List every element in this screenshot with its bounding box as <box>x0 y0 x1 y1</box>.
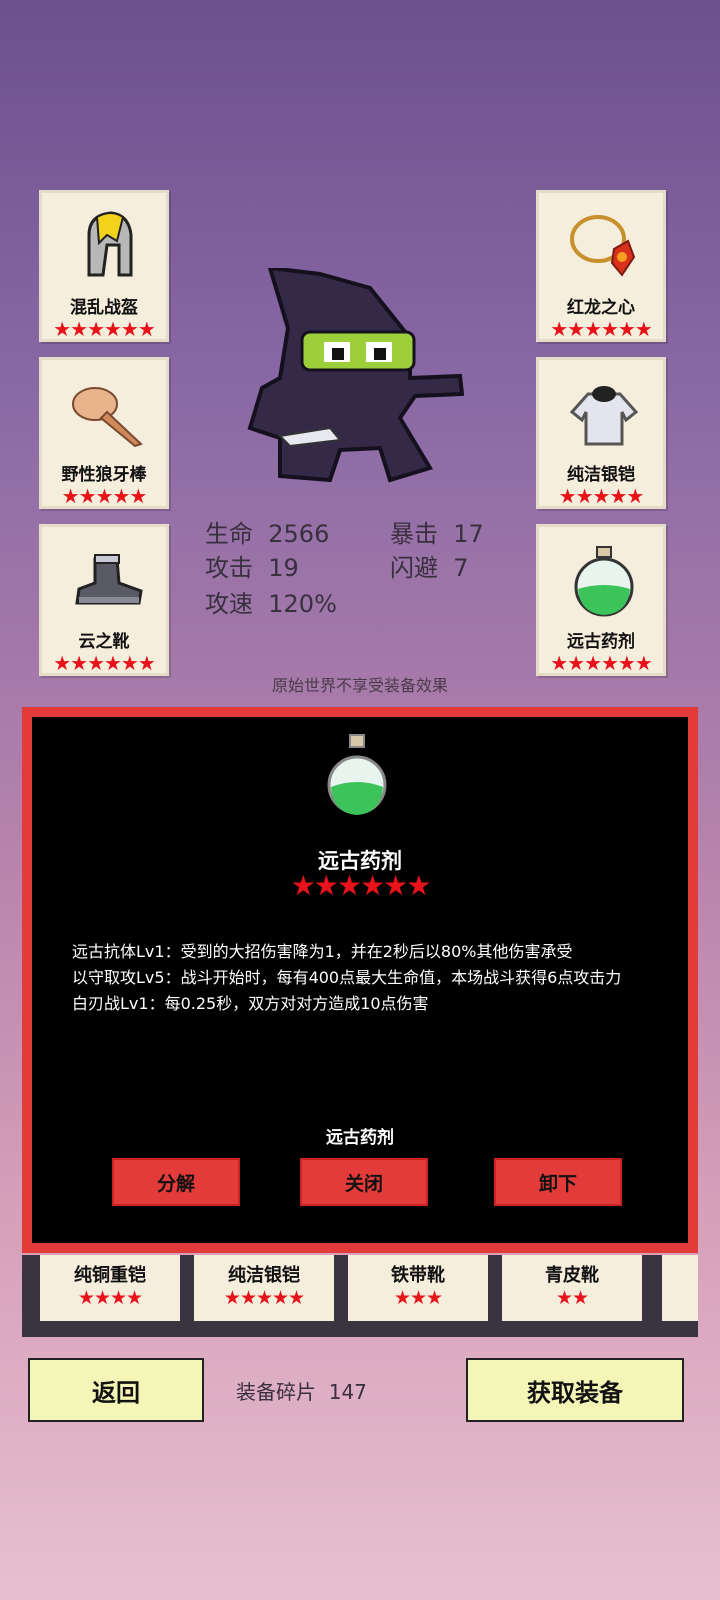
equip-stars: ★★★★★★ <box>53 317 156 341</box>
equip-stars: ★★★★★★ <box>550 317 653 341</box>
item-detail-modal: 远古药剂 ★★★★★★ 远古抗体Lv1：受到的大招伤害降为1，并在2秒后以80%… <box>22 707 698 1253</box>
boots-icon <box>75 554 143 605</box>
club-icon <box>72 387 143 448</box>
desc-line: 远古抗体Lv1：受到的大招伤害降为1，并在2秒后以80%其他伤害承受 <box>72 942 573 961</box>
fragment-count: 装备碎片 147 <box>236 1380 367 1404</box>
modal-item-name: 远古药剂 <box>326 1128 394 1148</box>
close-button[interactable]: 关闭 <box>300 1158 428 1206</box>
equip-slot-armor[interactable]: 纯洁银铠 ★★★★★ <box>536 357 666 509</box>
modal-description: 远古抗体Lv1：受到的大招伤害降为1，并在2秒后以80%其他伤害承受 以守取攻L… <box>72 939 658 1017</box>
back-button[interactable]: 返回 <box>28 1358 204 1422</box>
amulet-icon <box>570 215 636 277</box>
equip-name: 红龙之心 <box>567 298 635 318</box>
modal-stars: ★★★★★★ <box>290 869 432 902</box>
equip-name: 野性狼牙棒 <box>61 465 147 485</box>
modal-body: 远古药剂 ★★★★★★ 远古抗体Lv1：受到的大招伤害降为1，并在2秒后以80%… <box>32 717 688 1243</box>
desc-line: 白刃战Lv1：每0.25秒，双方对对方造成10点伤害 <box>72 994 429 1013</box>
equip-name: 混乱战盔 <box>70 298 138 318</box>
equip-slot-potion[interactable]: 远古药剂 ★★★★★★ <box>536 524 666 676</box>
stat-hp: 生命 2566 <box>205 520 330 548</box>
inventory-item[interactable]: 青皮靴 ★★ <box>502 1255 642 1321</box>
inventory-item[interactable]: 纯铜重铠 ★★★★ <box>40 1255 180 1321</box>
armor-icon <box>569 386 639 446</box>
potion-icon <box>327 734 387 815</box>
equip-slot-boots[interactable]: 云之靴 ★★★★★★ <box>39 524 169 676</box>
equip-slot-helmet[interactable]: 混乱战盔 ★★★★★★ <box>39 190 169 342</box>
stat-speed: 攻速 120% <box>205 590 337 618</box>
equip-name: 远古药剂 <box>567 632 635 652</box>
inventory-strip: 纯铜重铠 ★★★★ 纯洁银铠 ★★★★★ 铁带靴 ★★★ 青皮靴 ★★ <box>22 1255 698 1337</box>
stat-atk: 攻击 19 <box>205 554 299 582</box>
unequip-button[interactable]: 卸下 <box>494 1158 622 1206</box>
decompose-button[interactable]: 分解 <box>112 1158 240 1206</box>
ninja-character <box>247 268 465 483</box>
equip-name: 云之靴 <box>78 632 130 652</box>
inventory-item[interactable]: 铁带靴 ★★★ <box>348 1255 488 1321</box>
equip-name: 纯洁银铠 <box>567 465 635 485</box>
inventory-item[interactable] <box>662 1255 698 1321</box>
potion-icon <box>574 546 634 617</box>
equip-slot-amulet[interactable]: 红龙之心 ★★★★★★ <box>536 190 666 342</box>
stat-dodge: 闪避 7 <box>390 554 469 582</box>
desc-line: 以守取攻Lv5：战斗开始时，每有400点最大生命值，本场战斗获得6点攻击力 <box>72 968 622 987</box>
equip-stars: ★★★★★ <box>61 484 148 508</box>
world-note: 原始世界不享受装备效果 <box>271 676 448 695</box>
equip-stars: ★★★★★ <box>558 484 645 508</box>
get-equipment-button[interactable]: 获取装备 <box>466 1358 684 1422</box>
stat-crit: 暴击 17 <box>390 520 484 548</box>
equip-slot-weapon[interactable]: 野性狼牙棒 ★★★★★ <box>39 357 169 509</box>
helmet-icon <box>87 211 133 277</box>
inventory-item[interactable]: 纯洁银铠 ★★★★★ <box>194 1255 334 1321</box>
